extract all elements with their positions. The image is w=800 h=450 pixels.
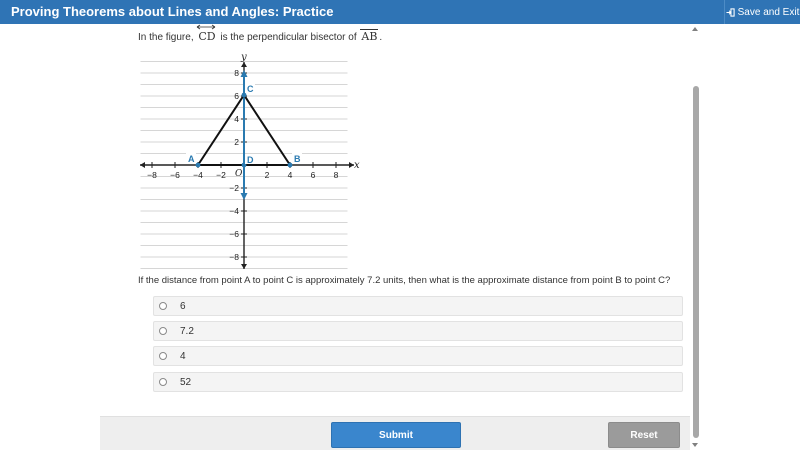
submit-button[interactable]: Submit [331,422,461,448]
prompt-prefix: In the figure, [138,32,194,43]
prompt-suffix: . [379,32,383,43]
answer-choice-label: 7.2 [180,326,194,337]
answer-choice-2[interactable]: 7.2 [153,321,683,341]
answer-choice-label: 52 [180,377,192,388]
radio-button[interactable] [159,302,167,310]
header-bar: Proving Theorems about Lines and Angles:… [0,0,800,24]
x-tick-label: 6 [311,170,316,180]
answer-choice-3[interactable]: 4 [153,346,683,366]
save-and-exit-label: Save and Exit [737,6,800,18]
radio-button[interactable] [159,352,167,360]
x-tick-label: 8 [334,170,339,180]
x-tick-label: −2 [216,170,226,180]
line-cd-notation: CD [196,24,217,43]
segment-ab-label: AB [361,30,378,43]
x-tick-label: −8 [147,170,157,180]
y-tick-label: 2 [234,137,239,147]
origin-label: O [235,169,243,179]
point-b [287,162,293,168]
line-cd-arrow-down-icon [240,193,248,200]
practice-page: Proving Theorems about Lines and Angles:… [0,0,800,450]
scrollbar-thumb[interactable] [693,86,699,438]
scroll-up-icon[interactable] [692,27,698,31]
question-text: If the distance from point A to point C … [138,275,671,286]
scroll-down-icon[interactable] [692,443,698,447]
radio-button[interactable] [159,327,167,335]
radio-button[interactable] [159,378,167,386]
line-cd-label: CD [198,30,216,43]
y-tick-label: −4 [229,206,239,216]
point-a-label: A [188,154,195,164]
x-tick-label: 2 [265,170,270,180]
y-tick-label: 6 [234,91,239,101]
answer-choice-1[interactable]: 6 [153,296,683,316]
y-tick-label: 4 [234,114,239,124]
y-axis-label: y [240,52,247,63]
x-axis-arrow-left-icon [140,162,145,168]
y-tick-label: −6 [229,229,239,239]
answer-choice-label: 4 [180,351,186,362]
y-tick-label: −8 [229,252,239,262]
exit-icon [726,7,735,17]
page-title: Proving Theorems about Lines and Angles:… [11,4,334,19]
x-tick-label: −6 [170,170,180,180]
x-axis-label: x [354,160,360,171]
problem-prompt: In the figure, CD is the perpendicular b… [138,24,383,43]
x-tick-label: 4 [288,170,293,180]
answer-choice-4[interactable]: 52 [153,372,683,392]
point-b-label: B [294,154,301,164]
x-tick-label: −4 [193,170,203,180]
save-and-exit-button[interactable]: Save and Exit [724,0,800,24]
segment-ab-notation: AB [359,29,379,43]
prompt-middle: is the perpendicular bisector of [220,32,357,43]
line-arrow-icon [197,24,216,30]
y-tick-label: −2 [229,183,239,193]
point-c [241,92,247,98]
point-d-label: D [247,155,254,165]
answer-choice-label: 6 [180,301,186,312]
y-tick-label: 8 [234,68,239,78]
coordinate-graph: −8 −6 −4 −2 2 4 6 8 8 6 4 2 −2 −4 −6 −8 x y O A B C D [140,52,360,269]
point-a [195,162,201,168]
segment-bar-icon [360,29,379,30]
reset-button[interactable]: Reset [608,422,680,448]
point-c-label: C [247,84,254,94]
